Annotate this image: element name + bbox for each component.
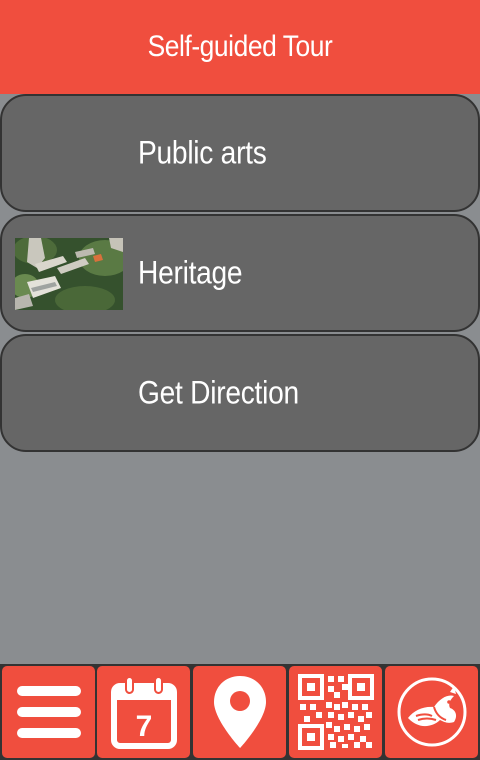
tab-calendar[interactable]: 7	[97, 666, 190, 758]
calendar-icon: 7	[110, 676, 177, 749]
bottom-tab-bar: 7	[0, 664, 480, 760]
calendar-day-number: 7	[135, 710, 152, 743]
tab-menu[interactable]	[2, 666, 95, 758]
map-pin-icon	[213, 676, 266, 748]
menu-item-get-direction[interactable]: Get Direction	[0, 334, 480, 452]
menu-item-public-arts[interactable]: Public arts	[0, 94, 480, 212]
menu-item-label: Get Direction	[138, 374, 299, 411]
menu-item-label: Heritage	[138, 254, 243, 291]
app-header: Self-guided Tour	[0, 0, 480, 94]
menu-item-label: Public arts	[138, 134, 267, 171]
tab-map[interactable]	[193, 666, 286, 758]
qr-code-icon	[297, 674, 374, 750]
hamburger-menu-icon	[16, 686, 81, 738]
page-title: Self-guided Tour	[147, 30, 333, 63]
tab-qr-scanner[interactable]	[289, 666, 382, 758]
tab-about[interactable]	[385, 666, 478, 758]
heritage-thumbnail-image	[15, 238, 123, 310]
logo-emblem-icon	[397, 677, 466, 747]
tour-menu: Public arts Heritage Get Direction	[0, 94, 480, 454]
menu-item-heritage[interactable]: Heritage	[0, 214, 480, 332]
